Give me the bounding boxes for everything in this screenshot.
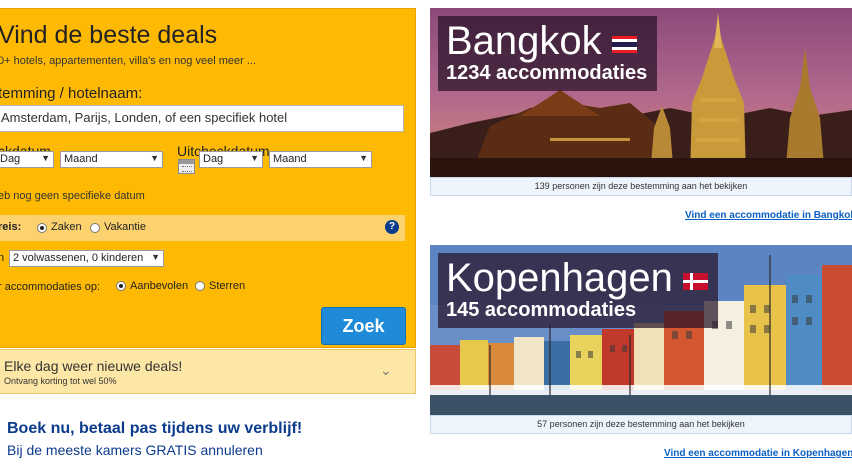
page: Vind de beste deals 0+ hotels, apparteme… (0, 0, 852, 474)
guests-label: n (0, 252, 5, 264)
thailand-flag-icon (612, 36, 638, 53)
search-title: Vind de beste deals (0, 21, 218, 49)
checkin-day-select[interactable]: Dag ▼ (0, 151, 54, 168)
checkin-day-value: Dag (0, 153, 21, 165)
promo-title: Boek nu, betaal pas tijdens uw verblijf! (7, 420, 303, 437)
chevron-down-icon: ▼ (151, 252, 160, 262)
destination-input[interactable]: Amsterdam, Parijs, Londen, of een specif… (0, 105, 404, 132)
checkin-month-select[interactable]: Maand ▼ (60, 151, 163, 168)
chevron-down-icon[interactable]: ⌄ (380, 362, 392, 379)
viewers-bar: 139 personen zijn deze bestemming aan he… (430, 177, 852, 196)
destination-name: Kopenhagen (446, 256, 673, 300)
promo-subtitle: Bij de meeste kamers GRATIS annuleren (7, 442, 263, 458)
accommodation-count: 1234 accommodaties (446, 62, 648, 84)
purpose-business-radio[interactable] (37, 223, 47, 233)
viewers-bar: 57 personen zijn deze bestemming aan het… (430, 415, 852, 434)
search-form: Vind de beste deals 0+ hotels, apparteme… (0, 8, 416, 348)
sort-stars-radio[interactable] (195, 281, 205, 291)
guests-select[interactable]: 2 volwassenen, 0 kinderen ▼ (9, 250, 164, 267)
checkout-month-select[interactable]: Maand ▼ (269, 151, 372, 168)
destination-label: temming / hotelnaam: (0, 85, 143, 102)
daily-deals-banner[interactable]: Elke dag weer nieuwe deals! Ontvang kort… (0, 349, 416, 394)
calendar-icon[interactable] (178, 159, 195, 174)
travel-purpose-label: reis: (0, 221, 22, 233)
checkout-day-select[interactable]: Dag ▼ (199, 151, 263, 168)
purpose-leisure-label[interactable]: Vakantie (104, 221, 146, 233)
help-icon[interactable]: ? (385, 220, 399, 234)
sort-recommended-radio[interactable] (116, 281, 126, 291)
checkin-month-value: Maand (64, 153, 98, 165)
chevron-down-icon: ▼ (41, 153, 50, 163)
sort-stars-label[interactable]: Sterren (209, 280, 245, 292)
chevron-down-icon: ▼ (359, 153, 368, 163)
travel-purpose-row: reis: Zaken Vakantie ? (0, 215, 405, 241)
search-button[interactable]: Zoek (321, 307, 406, 345)
bangkok-photo[interactable]: Bangkok 1234 accommodaties (430, 8, 852, 177)
sort-recommended-label[interactable]: Aanbevolen (130, 280, 188, 292)
destination-name: Bangkok (446, 19, 602, 63)
search-subtitle: 0+ hotels, appartementen, villa's en nog… (0, 55, 257, 67)
guests-value: 2 volwassenen, 0 kinderen (13, 252, 144, 264)
kopenhagen-overlay: Kopenhagen 145 accommodaties (438, 253, 719, 328)
deals-title: Elke dag weer nieuwe deals! (4, 358, 183, 374)
accommodation-count: 145 accommodaties (446, 299, 637, 321)
bangkok-overlay: Bangkok 1234 accommodaties (438, 16, 658, 91)
denmark-flag-icon (683, 273, 709, 290)
chevron-down-icon: ▼ (150, 153, 159, 163)
find-accommodation-link-kopenhagen[interactable]: Vind een accommodatie in Kopenhagen (664, 448, 852, 459)
no-date-checkbox-label[interactable]: eb nog geen specifieke datum (0, 190, 145, 202)
purpose-business-label[interactable]: Zaken (51, 221, 82, 233)
kopenhagen-photo[interactable]: Kopenhagen 145 accommodaties (430, 245, 852, 415)
find-accommodation-link-bangkok[interactable]: Vind een accommodatie in Bangkok (685, 210, 852, 221)
checkout-month-value: Maand (273, 153, 307, 165)
purpose-leisure-radio[interactable] (90, 223, 100, 233)
sort-label: r accommodaties op: (0, 281, 101, 293)
deals-subtitle: Ontvang korting tot wel 50% (4, 376, 117, 386)
checkout-day-value: Dag (203, 153, 224, 165)
chevron-down-icon: ▼ (250, 153, 259, 163)
